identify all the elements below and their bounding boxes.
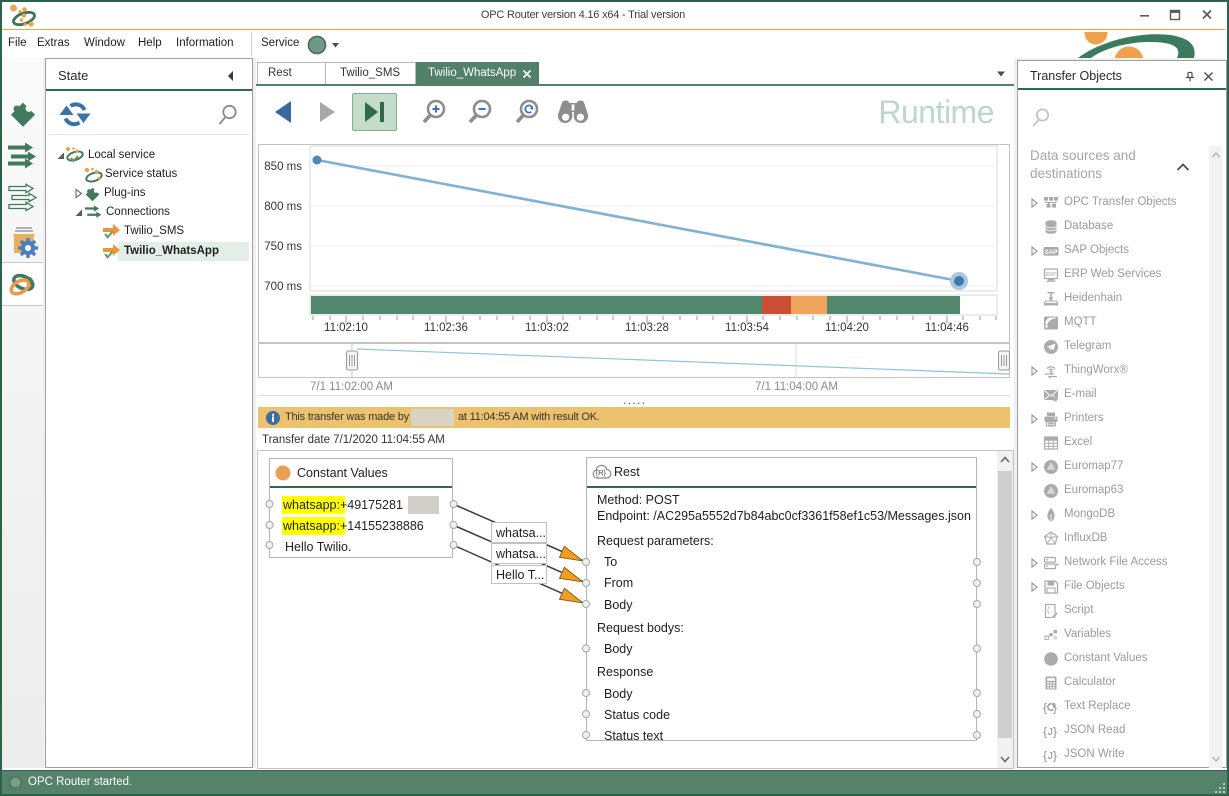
- svg-text:J: J: [1048, 750, 1053, 762]
- svg-text:{: {: [1043, 701, 1047, 715]
- svg-text:11:03:28: 11:03:28: [625, 322, 669, 334]
- svg-text:}: }: [1053, 749, 1057, 763]
- svg-text:{: {: [1043, 749, 1047, 763]
- svg-text:{R}: {R}: [596, 468, 607, 477]
- svg-text:SAP: SAP: [1045, 249, 1058, 256]
- svg-text:ERP: ERP: [1045, 272, 1056, 278]
- svg-text:800 ms: 800 ms: [264, 201, 302, 213]
- svg-text:11:02:36: 11:02:36: [424, 322, 468, 334]
- svg-text:}: }: [1053, 725, 1057, 739]
- svg-text:J: J: [1048, 726, 1053, 738]
- svg-text:}: }: [1053, 701, 1057, 715]
- svg-text:11:03:54: 11:03:54: [725, 322, 770, 334]
- svg-text:11:04:46: 11:04:46: [925, 322, 969, 334]
- svg-text:{..: {..: [1047, 608, 1053, 615]
- svg-text:{: {: [1043, 725, 1047, 739]
- svg-text:11:03:02: 11:03:02: [525, 322, 569, 334]
- svg-text:750 ms: 750 ms: [264, 241, 302, 253]
- svg-text:850 ms: 850 ms: [264, 161, 302, 173]
- svg-text:11:02:10: 11:02:10: [324, 322, 368, 334]
- svg-text:11:04:20: 11:04:20: [825, 322, 869, 334]
- svg-text:700 ms: 700 ms: [264, 281, 302, 293]
